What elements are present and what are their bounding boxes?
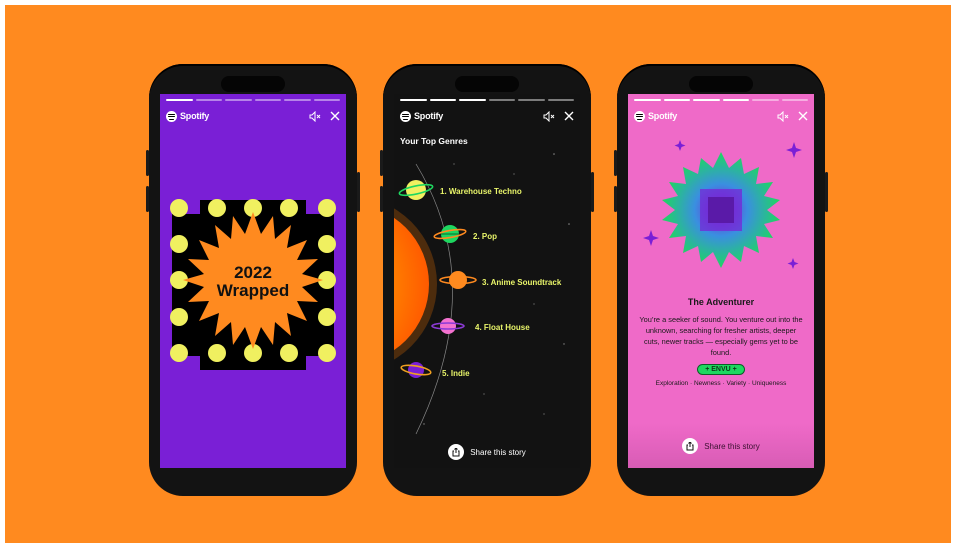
dynamic-island: [689, 76, 753, 92]
genre-item: 4. Float House: [475, 323, 530, 332]
story-screen-genres[interactable]: Spotify Your Top Genres 1. Warehouse Tec…: [394, 94, 580, 468]
genre-item: 5. Indie: [442, 369, 470, 378]
planet-warehouse-techno: [398, 180, 434, 200]
mute-icon[interactable]: [777, 110, 789, 122]
brand-name: Spotify: [648, 111, 678, 121]
wrapped-title: Wrapped: [216, 281, 290, 300]
dynamic-island: [221, 76, 285, 92]
personality-code-badge: + ENVU +: [697, 364, 745, 375]
personality-traits: Exploration · Newness · Variety · Unique…: [655, 380, 787, 387]
genre-item: 1. Warehouse Techno: [440, 187, 522, 196]
story-screen-wrapped[interactable]: Spotify 2022 Wrapped: [160, 94, 346, 468]
phone-wrapped-cover: Spotify 2022 Wrapped: [146, 64, 360, 496]
personality-description: You’re a seeker of sound. You venture ou…: [639, 315, 803, 357]
wrapped-year: 2022: [234, 263, 272, 282]
share-icon: [682, 438, 699, 454]
story-progress-bar: [166, 99, 340, 101]
story-progress-bar: [634, 99, 808, 101]
share-label: Share this story: [704, 441, 760, 451]
planet-float-house: [431, 318, 465, 334]
genre-item: 3. Anime Soundtrack: [482, 278, 562, 287]
genre-item: 2. Pop: [473, 232, 498, 241]
close-icon[interactable]: [798, 111, 808, 121]
share-icon: [448, 444, 465, 460]
spotify-brand: Spotify: [166, 110, 210, 122]
planet-pop: [433, 225, 467, 243]
personality-title: The Adventurer: [687, 297, 755, 307]
share-label: Share this story: [470, 447, 526, 457]
share-story-button[interactable]: Share this story: [394, 444, 580, 460]
share-story-button[interactable]: Share this story: [628, 438, 814, 454]
spotify-logo-icon: [634, 110, 645, 122]
brand-name: Spotify: [180, 111, 210, 121]
adventurer-artwork: [643, 140, 802, 269]
spotify-brand: Spotify: [634, 110, 678, 122]
dynamic-island: [455, 76, 519, 92]
mute-icon[interactable]: [309, 110, 321, 122]
planet-indie: [400, 362, 432, 378]
close-icon[interactable]: [330, 111, 340, 121]
phone-top-genres: Spotify Your Top Genres 1. Warehouse Tec…: [380, 64, 594, 496]
phone-listening-personality: Spotify The Adventurer You’re a seeker o…: [614, 64, 828, 496]
spotify-logo-icon: [166, 110, 177, 122]
planet-anime-soundtrack: [439, 271, 477, 289]
story-screen-personality[interactable]: Spotify The Adventurer You’re a seeker o…: [628, 94, 814, 468]
